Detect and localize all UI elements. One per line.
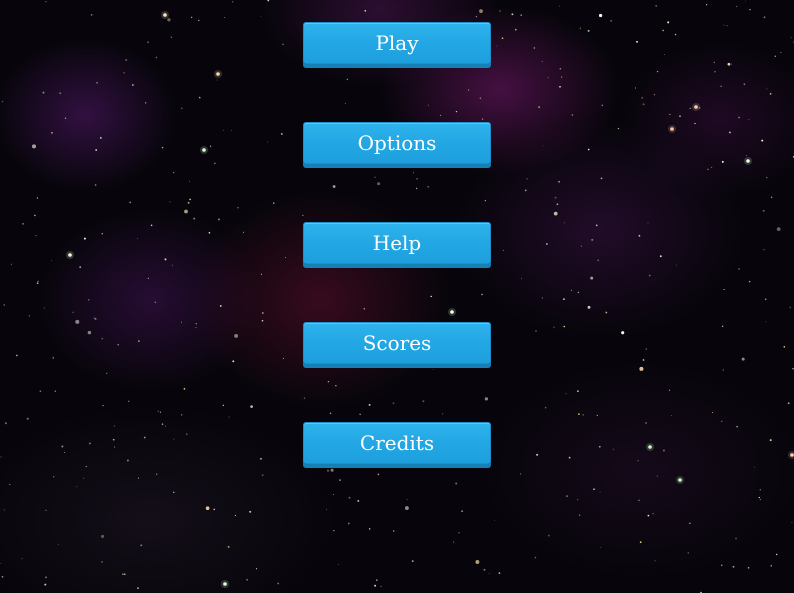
credits-button[interactable]: Credits (303, 422, 491, 464)
main-menu: Play Options Help Scores Credits (0, 0, 794, 593)
scores-button[interactable]: Scores (303, 322, 491, 364)
options-button[interactable]: Options (303, 122, 491, 164)
help-button[interactable]: Help (303, 222, 491, 264)
play-button[interactable]: Play (303, 22, 491, 64)
game-screen: Play Options Help Scores Credits (0, 0, 794, 593)
